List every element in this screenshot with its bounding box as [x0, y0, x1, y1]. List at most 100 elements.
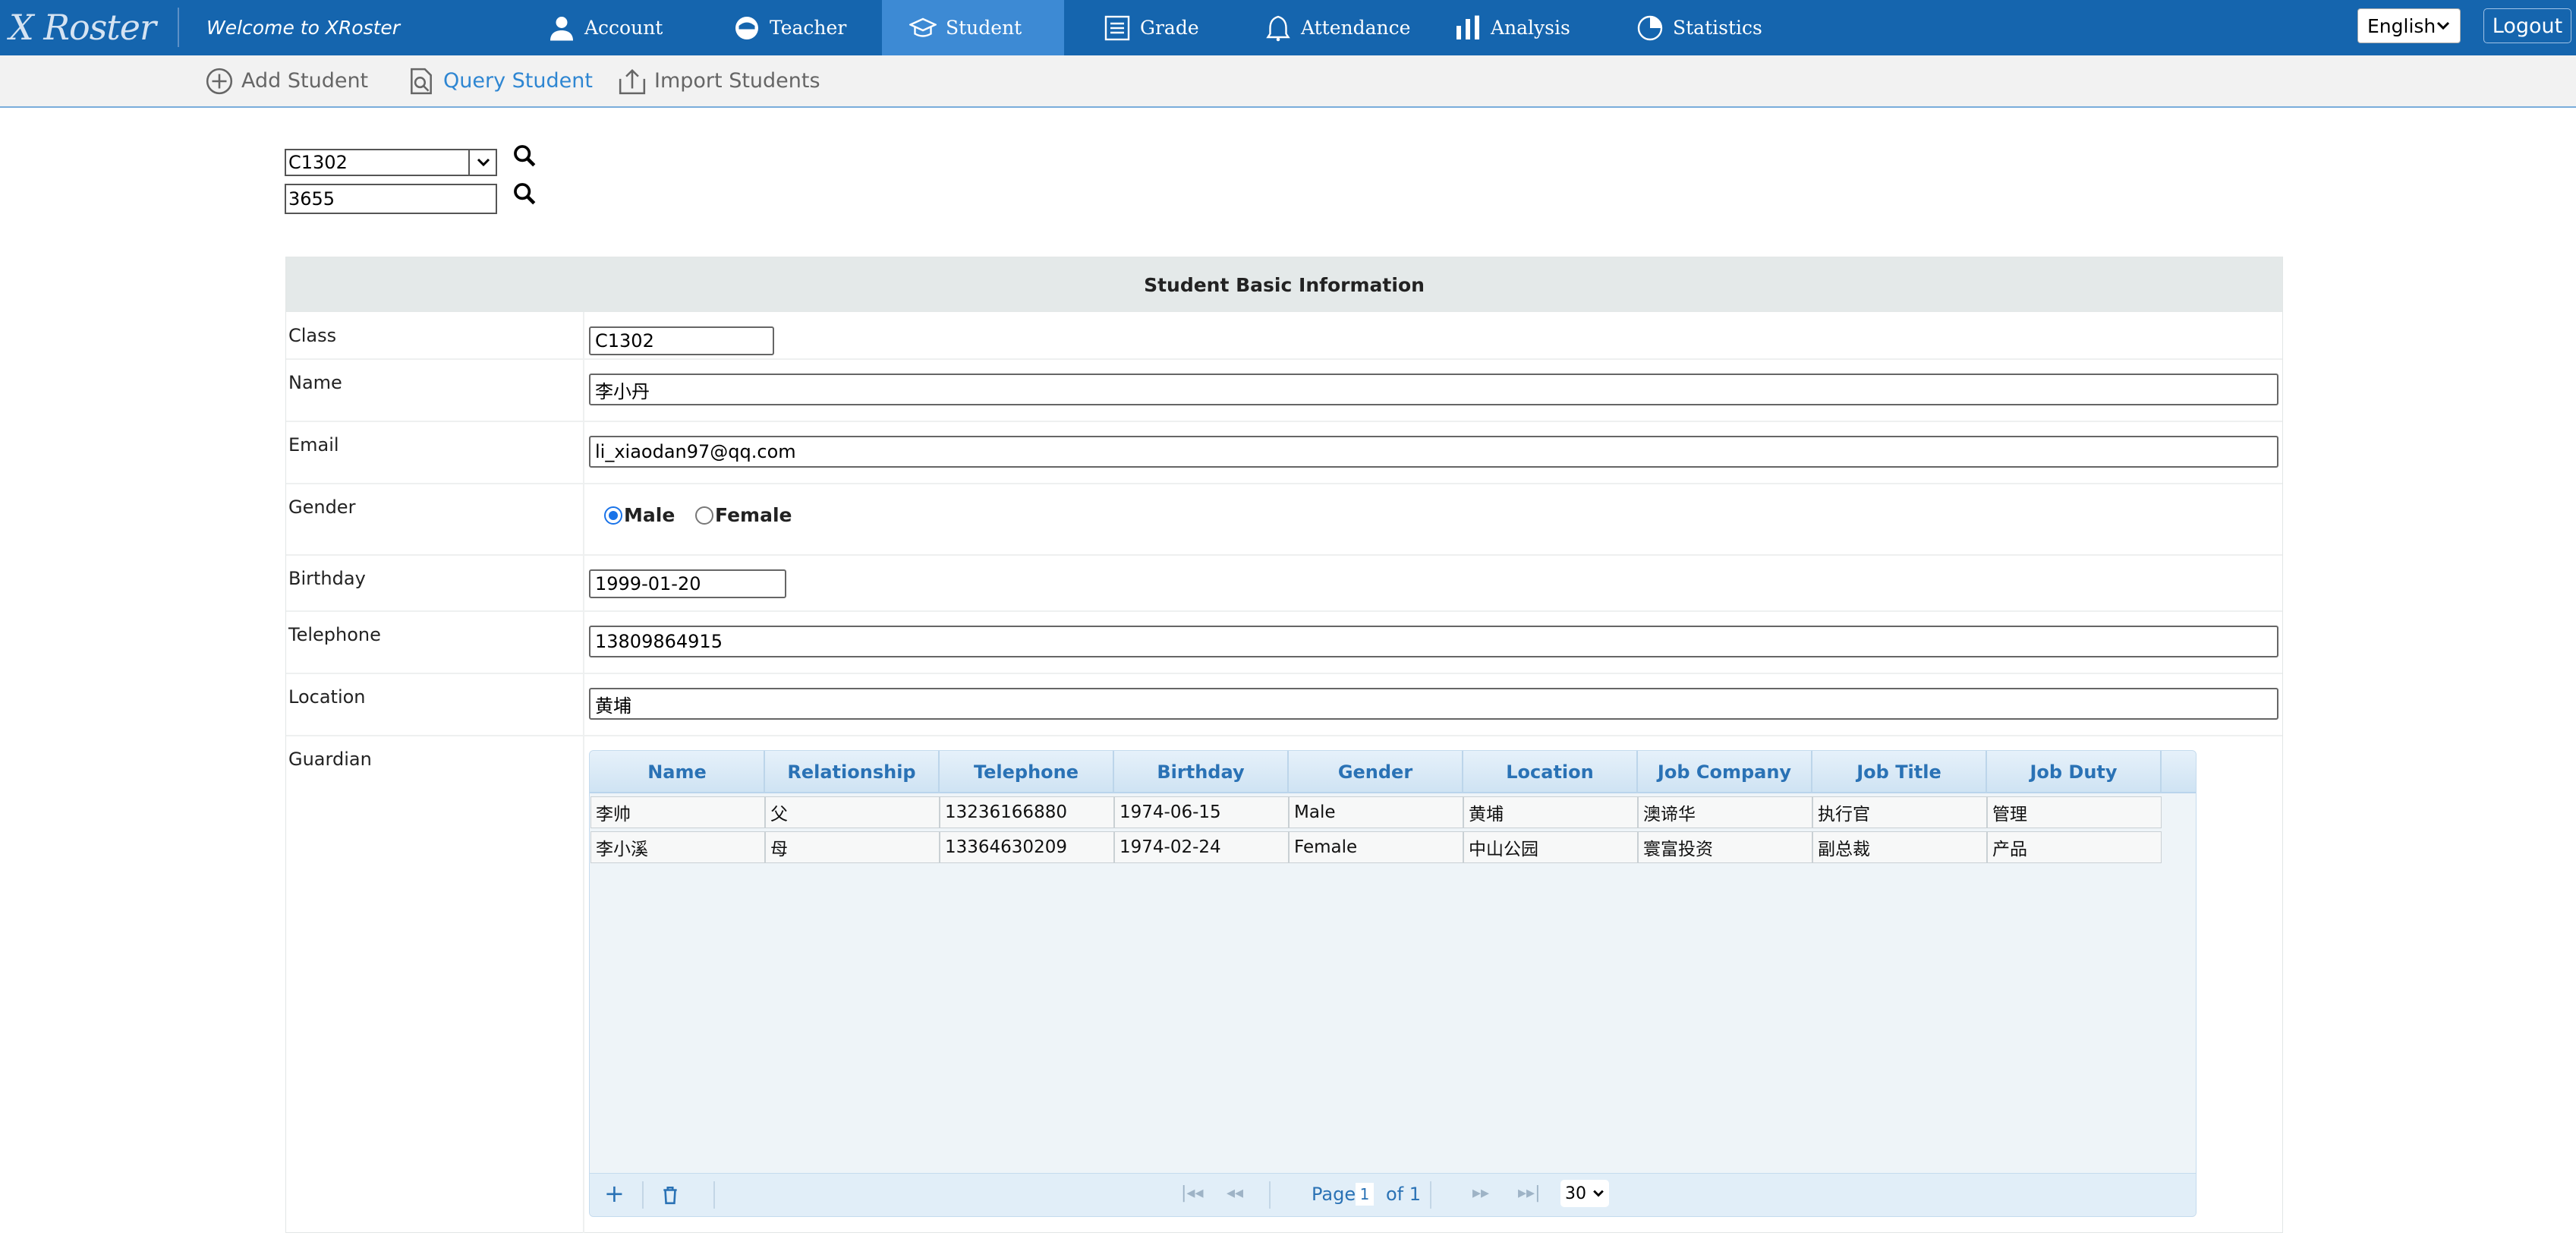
- class-field[interactable]: C1302: [589, 326, 774, 355]
- subnav-add-student[interactable]: Add Student: [205, 55, 368, 106]
- class-search-value: C1302: [288, 152, 348, 173]
- grid-cell[interactable]: 管理: [1987, 796, 2162, 828]
- location-field-value: 黄埔: [595, 695, 631, 717]
- nav-attendance[interactable]: Attendance: [1237, 0, 1438, 55]
- page-size-select[interactable]: 30: [1560, 1180, 1609, 1207]
- grid-header-birthday[interactable]: Birthday: [1114, 751, 1289, 793]
- search-icon[interactable]: [512, 181, 537, 206]
- last-page-icon[interactable]: ▸▸|: [1518, 1184, 1541, 1203]
- guardian-label: Guardian: [288, 749, 372, 770]
- subnav-add-student-label: Add Student: [241, 69, 369, 93]
- add-circle-icon: [206, 68, 233, 94]
- grid-cell[interactable]: 产品: [1987, 831, 2162, 863]
- first-page-icon[interactable]: |◂◂: [1181, 1184, 1204, 1203]
- grid-cell[interactable]: 母: [765, 831, 940, 863]
- trash-icon[interactable]: [660, 1185, 680, 1205]
- subnav-query-student[interactable]: Query Student: [407, 55, 593, 106]
- telephone-label: Telephone: [288, 624, 381, 645]
- grid-cell[interactable]: Female: [1289, 831, 1463, 863]
- row-divider: [286, 735, 2282, 736]
- nav-student-label: Student: [946, 17, 1022, 39]
- app-logo[interactable]: X Roster: [9, 3, 156, 52]
- telephone-field[interactable]: 13809864915: [589, 626, 2278, 657]
- grid-cell[interactable]: 澳谛华: [1638, 796, 1812, 828]
- prev-page-icon[interactable]: ◂◂: [1227, 1184, 1243, 1203]
- grid-cell[interactable]: 13364630209: [940, 831, 1114, 863]
- class-label: Class: [288, 325, 337, 346]
- class-field-value: C1302: [595, 330, 654, 352]
- nav-statistics-label: Statistics: [1673, 17, 1762, 39]
- row-divider: [286, 673, 2282, 674]
- nav-analysis[interactable]: Analysis: [1427, 0, 1598, 55]
- page-label: Page: [1312, 1184, 1356, 1205]
- chevron-down-icon: [477, 158, 490, 167]
- female-radio[interactable]: [695, 506, 713, 525]
- grid-header-job-duty[interactable]: Job Duty: [1987, 751, 2162, 793]
- nav-teacher-label: Teacher: [770, 17, 847, 39]
- student-id-input[interactable]: 3655: [285, 184, 497, 214]
- language-select[interactable]: English: [2357, 8, 2461, 43]
- subnav-import-students[interactable]: Import Students: [618, 55, 820, 106]
- email-field-value: li_xiaodan97@qq.com: [595, 441, 796, 462]
- nav-account[interactable]: Account: [521, 0, 690, 55]
- nav-statistics[interactable]: Statistics: [1609, 0, 1790, 55]
- nav-attendance-label: Attendance: [1301, 17, 1411, 39]
- gender-male-option[interactable]: Male: [604, 504, 675, 526]
- name-field-value: 李小丹: [595, 380, 650, 402]
- telephone-field-value: 13809864915: [595, 631, 723, 652]
- pager-separator: [1269, 1181, 1271, 1209]
- class-dropdown-button[interactable]: [468, 149, 497, 176]
- grid-cell[interactable]: 1974-02-24: [1114, 831, 1289, 863]
- grade-list-icon: [1104, 15, 1130, 40]
- grid-cell[interactable]: 李小溪: [590, 831, 765, 863]
- email-field[interactable]: li_xiaodan97@qq.com: [589, 436, 2278, 468]
- grid-cell[interactable]: 1974-06-15: [1114, 796, 1289, 828]
- row-divider: [286, 358, 2282, 360]
- pager-separator: [713, 1181, 715, 1209]
- gender-female-option[interactable]: Female: [695, 504, 792, 526]
- upload-icon: [619, 68, 646, 94]
- student-id-value: 3655: [288, 188, 335, 210]
- grid-cell[interactable]: 中山公园: [1463, 831, 1638, 863]
- search-icon[interactable]: [512, 143, 537, 169]
- location-field[interactable]: 黄埔: [589, 688, 2278, 720]
- nav-teacher[interactable]: Teacher: [706, 0, 874, 55]
- female-radio-label: Female: [715, 504, 792, 526]
- grid-cell[interactable]: 父: [765, 796, 940, 828]
- bar-chart-icon: [1456, 15, 1479, 39]
- nav-student[interactable]: Student: [882, 0, 1064, 55]
- male-radio[interactable]: [604, 506, 622, 525]
- grid-header-telephone[interactable]: Telephone: [940, 751, 1114, 793]
- row-divider: [286, 610, 2282, 612]
- name-label: Name: [288, 372, 342, 393]
- grid-cell[interactable]: 黄埔: [1463, 796, 1638, 828]
- subnav-import-students-label: Import Students: [654, 69, 820, 93]
- grid-header-job-company[interactable]: Job Company: [1638, 751, 1812, 793]
- grid-header-name[interactable]: Name: [590, 751, 765, 793]
- grid-cell[interactable]: Male: [1289, 796, 1463, 828]
- grid-cell[interactable]: 副总裁: [1812, 831, 1987, 863]
- birthday-label: Birthday: [288, 568, 366, 589]
- grid-cell[interactable]: 李帅: [590, 796, 765, 828]
- add-row-button[interactable]: +: [604, 1180, 625, 1207]
- label-column-divider: [583, 312, 584, 1233]
- grid-cell[interactable]: 寰富投资: [1638, 831, 1812, 863]
- logout-button[interactable]: Logout: [2483, 8, 2571, 43]
- class-search-combo[interactable]: C1302: [285, 149, 497, 176]
- grid-header-job-title[interactable]: Job Title: [1812, 751, 1987, 793]
- birthday-field[interactable]: 1999-01-20: [589, 569, 786, 598]
- grid-header-gender[interactable]: Gender: [1289, 751, 1463, 793]
- grid-cell[interactable]: 执行官: [1812, 796, 1987, 828]
- page-number-input[interactable]: 1: [1356, 1183, 1374, 1206]
- grid-header-relationship[interactable]: Relationship: [765, 751, 940, 793]
- grid-header-location[interactable]: Location: [1463, 751, 1638, 793]
- nav-analysis-label: Analysis: [1491, 17, 1570, 39]
- gender-label: Gender: [288, 497, 356, 518]
- nav-grade[interactable]: Grade: [1076, 0, 1227, 55]
- name-field[interactable]: 李小丹: [589, 374, 2278, 405]
- user-icon: [550, 16, 573, 40]
- row-divider: [286, 554, 2282, 556]
- student-cap-icon: [909, 17, 937, 37]
- grid-cell[interactable]: 13236166880: [940, 796, 1114, 828]
- next-page-icon[interactable]: ▸▸: [1472, 1184, 1489, 1203]
